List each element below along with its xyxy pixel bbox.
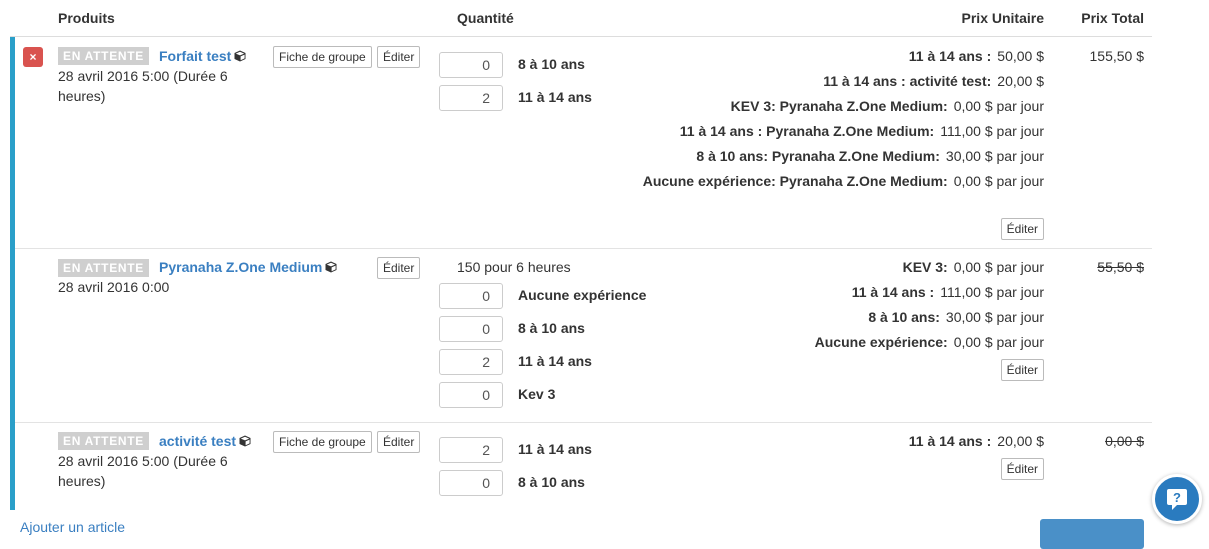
price-line: 11 à 14 ans : 50,00 $: [909, 46, 1044, 66]
price-value: 111,00 $ par jour: [940, 284, 1044, 300]
quantity-label: 8 à 10 ans: [518, 474, 585, 490]
quantity-input[interactable]: 0: [439, 470, 503, 496]
header-produits: Produits: [58, 10, 115, 26]
edit-item-button[interactable]: Éditer: [377, 257, 421, 279]
cart-accent-stripe: [10, 37, 15, 510]
quantity-label: 11 à 14 ans: [518, 353, 592, 369]
cube-icon: [234, 50, 246, 62]
price-line: 11 à 14 ans : activité test: 20,00 $: [823, 71, 1044, 91]
price-value: 50,00 $: [997, 48, 1044, 64]
price-line: Aucune expérience: 0,00 $ par jour: [815, 332, 1044, 352]
price-label: 11 à 14 ans : Pyranaha Z.One Medium:: [679, 123, 935, 139]
edit-item-button[interactable]: Éditer: [377, 46, 421, 68]
item-date: 28 avril 2016 5:00 (Durée 6 heures): [58, 68, 228, 104]
quantity-label: 11 à 14 ans: [518, 441, 592, 457]
item-total: 55,50 $: [1097, 259, 1144, 275]
quantity-input[interactable]: 0: [439, 283, 503, 309]
quantity-input[interactable]: 0: [439, 52, 503, 78]
price-value: 20,00 $: [997, 73, 1044, 89]
row-divider: [15, 248, 1152, 249]
cube-icon: [325, 261, 337, 273]
row-divider: [15, 422, 1152, 423]
quantity-label: 11 à 14 ans: [518, 89, 592, 105]
product-link[interactable]: activité test: [159, 433, 251, 449]
price-label: 11 à 14 ans : activité test:: [823, 73, 992, 89]
svg-text:?: ?: [1173, 490, 1181, 505]
group-sheet-button[interactable]: Fiche de groupe: [273, 46, 372, 68]
price-value: 30,00 $ par jour: [945, 309, 1044, 325]
item-total: 0,00 $: [1105, 433, 1144, 449]
price-label: 8 à 10 ans: Pyranaha Z.One Medium:: [696, 148, 940, 164]
price-value: 0,00 $ par jour: [953, 173, 1044, 189]
header-divider: [10, 36, 1152, 37]
price-line: 11 à 14 ans : 111,00 $ par jour: [852, 282, 1044, 302]
edit-price-button[interactable]: Éditer: [1000, 218, 1044, 240]
price-label: 11 à 14 ans :: [851, 284, 935, 300]
question-chat-icon: ?: [1167, 489, 1187, 510]
edit-price-button[interactable]: Éditer: [1000, 458, 1044, 480]
item-date: 28 avril 2016 0:00: [58, 279, 170, 295]
price-value: 111,00 $ par jour: [940, 123, 1044, 139]
edit-item-button[interactable]: Éditer: [377, 431, 421, 453]
header-prix-unitaire: Prix Unitaire: [961, 10, 1044, 26]
price-value: 0,00 $ par jour: [953, 98, 1044, 114]
help-chat-button[interactable]: ?: [1152, 474, 1202, 524]
quantity-label: 8 à 10 ans: [518, 320, 585, 336]
primary-action-button[interactable]: [1040, 519, 1144, 549]
price-value: 20,00 $: [997, 433, 1044, 449]
quantity-label: 8 à 10 ans: [518, 56, 585, 72]
price-line: Aucune expérience: Pyranaha Z.One Medium…: [584, 171, 1044, 191]
price-label: Aucune expérience: Pyranaha Z.One Medium…: [642, 173, 948, 189]
price-line: KEV 3: 0,00 $ par jour: [903, 257, 1044, 277]
header-quantite: Quantité: [457, 10, 514, 26]
price-label: 11 à 14 ans :: [908, 48, 992, 64]
item-date: 28 avril 2016 5:00 (Durée 6 heures): [58, 453, 228, 489]
price-label: 8 à 10 ans:: [868, 309, 940, 325]
quantity-input[interactable]: 0: [439, 316, 503, 342]
quantity-label: Aucune expérience: [518, 287, 647, 303]
quantity-input[interactable]: 2: [439, 437, 503, 463]
price-label: KEV 3:: [902, 259, 948, 275]
header-prix-total: Prix Total: [1081, 10, 1144, 26]
product-link[interactable]: Pyranaha Z.One Medium: [159, 259, 337, 275]
price-line: 11 à 14 ans : 20,00 $: [909, 431, 1044, 451]
quantity-label: Kev 3: [518, 386, 556, 402]
product-name: activité test: [159, 433, 237, 449]
quantity-input[interactable]: 0: [439, 382, 503, 408]
status-badge: EN ATTENTE: [58, 259, 149, 277]
quantity-input[interactable]: 2: [439, 349, 503, 375]
price-value: 0,00 $ par jour: [953, 334, 1044, 350]
price-line: KEV 3: Pyranaha Z.One Medium: 0,00 $ par …: [731, 96, 1044, 116]
price-label: Aucune expérience:: [814, 334, 948, 350]
product-link[interactable]: Forfait test: [159, 48, 246, 64]
quantity-input[interactable]: 2: [439, 85, 503, 111]
close-icon: ×: [29, 50, 37, 64]
edit-price-button[interactable]: Éditer: [1000, 359, 1044, 381]
price-value: 30,00 $ par jour: [945, 148, 1044, 164]
product-name: Pyranaha Z.One Medium: [159, 259, 323, 275]
price-line: 11 à 14 ans : Pyranaha Z.One Medium: 111,…: [680, 121, 1044, 141]
cube-icon: [239, 435, 251, 447]
delete-item-button[interactable]: ×: [23, 47, 43, 67]
price-label: KEV 3: Pyranaha Z.One Medium:: [730, 98, 948, 114]
price-value: 0,00 $ par jour: [953, 259, 1044, 275]
price-line: 8 à 10 ans: Pyranaha Z.One Medium: 30,00 …: [696, 146, 1044, 166]
status-badge: EN ATTENTE: [58, 432, 149, 450]
group-sheet-button[interactable]: Fiche de groupe: [273, 431, 372, 453]
product-name: Forfait test: [159, 48, 232, 64]
duration-text: 150 pour 6 heures: [457, 259, 571, 275]
price-label: 11 à 14 ans :: [908, 433, 992, 449]
price-line: 8 à 10 ans: 30,00 $ par jour: [868, 307, 1044, 327]
status-badge: EN ATTENTE: [58, 47, 149, 65]
item-total: 155,50 $: [1089, 48, 1145, 64]
